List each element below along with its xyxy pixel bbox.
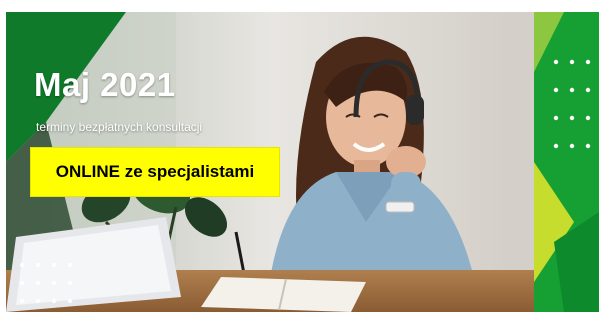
banner-subtitle: terminy bezpłatnych konsultacji [36, 120, 203, 134]
headphones-illustration [353, 59, 424, 125]
online-consultation-badge[interactable]: ONLINE ze specjalistami [30, 147, 280, 197]
dot-grid-pattern [553, 59, 591, 149]
page: Maj 2021 terminy bezpłatnych konsultacji… [0, 0, 605, 319]
notebook-illustration [201, 277, 366, 312]
banner-title: Maj 2021 [34, 66, 176, 103]
promo-banner[interactable]: Maj 2021 terminy bezpłatnych konsultacji… [6, 12, 599, 312]
dot-grid-pattern [20, 263, 72, 303]
